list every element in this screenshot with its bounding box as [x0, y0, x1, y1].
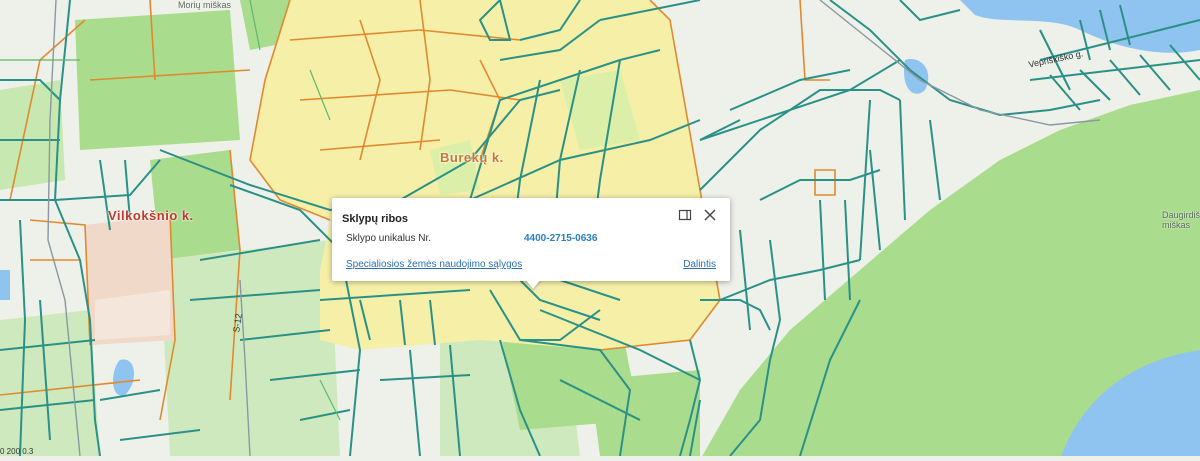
popup-title: Sklypų ribos	[342, 213, 409, 225]
popup-tail	[525, 279, 541, 289]
scale-bar-text: 0 200 0.3	[0, 447, 34, 456]
close-icon[interactable]	[703, 208, 717, 222]
maximize-icon[interactable]	[678, 208, 692, 222]
parcel-id-value[interactable]: 4400-2715-0636	[524, 233, 597, 244]
special-conditions-link[interactable]: Specialiosios žemės naudojimo sąlygos	[346, 259, 522, 270]
parcel-popup: Sklypų ribos Sklypo unikalus Nr. 4400-27…	[332, 198, 730, 289]
share-link[interactable]: Dalintis	[683, 259, 716, 270]
parcel-id-label: Sklypo unikalus Nr.	[346, 233, 432, 244]
